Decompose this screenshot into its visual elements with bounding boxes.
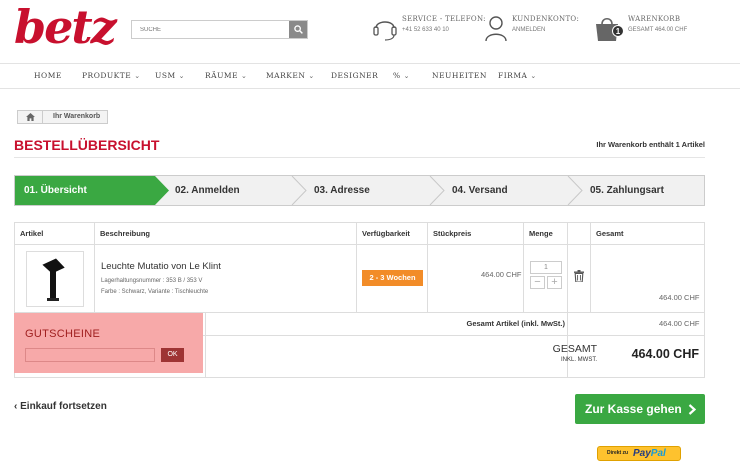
chevron-down-icon: ⌄ bbox=[241, 72, 248, 80]
checkout-steps: 01. Übersicht 02. Anmelden 03. Adresse 0… bbox=[14, 175, 705, 206]
quantity-input[interactable]: 1 bbox=[530, 261, 562, 274]
headset-icon bbox=[373, 21, 397, 41]
chevron-down-icon: ⌄ bbox=[178, 72, 186, 80]
voucher-panel: GUTSCHEINE OK bbox=[14, 313, 203, 373]
cart-block[interactable]: 1 WARENKORB GESAMT 464.00 CHF bbox=[592, 14, 687, 42]
continue-shopping-label: Einkauf fortsetzen bbox=[20, 401, 107, 412]
chevron-down-icon: ⌄ bbox=[308, 72, 315, 80]
subtotal-label: Gesamt Artikel (inkl. MwSt.) bbox=[466, 319, 566, 328]
nav-designer[interactable]: DESIGNER bbox=[331, 64, 378, 88]
col-header-article: Artikel bbox=[20, 229, 44, 238]
nav-produkte[interactable]: PRODUKTE ⌄ bbox=[82, 64, 141, 88]
chevron-down-icon: ⌄ bbox=[530, 72, 537, 80]
account-label: KUNDENKONTO: bbox=[512, 15, 580, 23]
breadcrumb-current: Ihr Warenkorb bbox=[43, 110, 109, 124]
service-label: SERVICE - TELEFON: bbox=[402, 15, 486, 23]
step-address[interactable]: 03. Adresse bbox=[314, 176, 370, 205]
table-header-row: Artikel Beschreibung Verfügbarkeit Stück… bbox=[15, 223, 704, 245]
cart-item-count: Ihr Warenkorb enthält 1 Artikel bbox=[596, 140, 705, 149]
step-overview[interactable]: 01. Übersicht bbox=[24, 176, 87, 205]
product-variant: Farbe : Schwarz, Variante : Tischleuchte bbox=[101, 289, 209, 295]
paypal-logo: PayPal bbox=[633, 448, 666, 459]
nav-home[interactable]: HOME bbox=[34, 64, 62, 88]
divider bbox=[14, 157, 705, 158]
product-image[interactable] bbox=[26, 251, 84, 307]
product-lamp-image bbox=[42, 258, 65, 301]
service-phone: +41 52 633 40 10 bbox=[402, 27, 449, 33]
nav-firma[interactable]: FIRMA ⌄ bbox=[498, 64, 537, 88]
chevron-left-icon: ‹ bbox=[14, 401, 18, 412]
paypal-prefix: Direkt zu bbox=[607, 450, 629, 456]
voucher-ok-button[interactable]: OK bbox=[161, 348, 184, 362]
brand-logo[interactable]: betz bbox=[14, 4, 117, 50]
search-icon bbox=[293, 25, 303, 34]
user-icon bbox=[485, 16, 507, 42]
checkout-label: Zur Kasse gehen bbox=[585, 402, 682, 416]
line-total: 464.00 CHF bbox=[659, 293, 700, 302]
main-nav: HOME PRODUKTE ⌄ USM ⌄ RÄUME ⌄ MARKEN ⌄ DESIG… bbox=[0, 63, 740, 89]
col-header-quantity: Menge bbox=[529, 229, 553, 238]
nav-marken[interactable]: MARKEN ⌄ bbox=[266, 64, 315, 88]
page-title: BESTELLÜBERSICHT bbox=[14, 137, 160, 153]
continue-shopping-link[interactable]: ‹ Einkauf fortsetzen bbox=[14, 401, 107, 412]
step-payment[interactable]: 05. Zahlungsart bbox=[590, 176, 664, 205]
nav-neuheiten[interactable]: NEUHEITEN bbox=[432, 64, 487, 88]
breadcrumb-home[interactable] bbox=[17, 110, 43, 124]
trash-icon bbox=[574, 270, 584, 283]
quantity-stepper: 1 − + bbox=[530, 261, 562, 289]
cart-count-badge: 1 bbox=[616, 27, 621, 36]
voucher-code-input[interactable] bbox=[25, 348, 155, 362]
shopping-bag-icon: 1 bbox=[596, 17, 624, 41]
product-sku: Lagerhaltungsnummer : 353 B / 353 V bbox=[101, 278, 203, 284]
unit-price: 464.00 CHF bbox=[481, 270, 522, 279]
table-row: Leuchte Mutatio von Le Klint Lagerhaltun… bbox=[15, 245, 704, 313]
col-header-description: Beschreibung bbox=[100, 229, 151, 238]
paypal-express-button[interactable]: Direkt zu PayPal bbox=[597, 446, 681, 461]
search-button[interactable] bbox=[289, 21, 307, 38]
step-login[interactable]: 02. Anmelden bbox=[175, 176, 240, 205]
grand-total-label: GESAMT bbox=[552, 343, 597, 355]
chevron-down-icon: ⌄ bbox=[403, 72, 411, 80]
col-header-total: Gesamt bbox=[596, 229, 624, 238]
service-phone-block[interactable]: SERVICE - TELEFON: +41 52 633 40 10 bbox=[372, 14, 486, 42]
subtotal-value: 464.00 CHF bbox=[659, 319, 700, 328]
cart-total: GESAMT 464.00 CHF bbox=[628, 27, 688, 33]
col-header-availability: Verfügbarkeit bbox=[362, 229, 410, 238]
voucher-label: GUTSCHEINE bbox=[25, 328, 101, 340]
availability-badge: 2 - 3 Wochen bbox=[362, 270, 423, 286]
nav-usm[interactable]: USM ⌄ bbox=[155, 64, 185, 88]
grand-total-tax-note: INKL. MWST. bbox=[560, 357, 597, 363]
account-login-link[interactable]: ANMELDEN bbox=[512, 25, 579, 36]
quantity-increase-button[interactable]: + bbox=[547, 276, 562, 289]
step-shipping[interactable]: 04. Versand bbox=[452, 176, 508, 205]
col-header-unit-price: Stückpreis bbox=[433, 229, 472, 238]
quantity-decrease-button[interactable]: − bbox=[530, 276, 545, 289]
chevron-right-icon bbox=[688, 404, 697, 416]
nav-raeume[interactable]: RÄUME ⌄ bbox=[205, 64, 247, 88]
search-box bbox=[131, 20, 308, 39]
home-icon bbox=[25, 113, 35, 121]
nav-sale[interactable]: % ⌄ bbox=[393, 64, 410, 88]
breadcrumb: Ihr Warenkorb bbox=[17, 110, 109, 124]
cart-label: WARENKORB bbox=[628, 15, 681, 23]
col-header-actions bbox=[568, 223, 573, 244]
account-block[interactable]: KUNDENKONTO: ANMELDEN bbox=[484, 14, 579, 42]
checkout-button[interactable]: Zur Kasse gehen bbox=[575, 394, 705, 424]
search-input[interactable] bbox=[132, 21, 289, 38]
chevron-down-icon: ⌄ bbox=[134, 72, 141, 80]
grand-total-value: 464.00 CHF bbox=[631, 347, 699, 361]
remove-item-button[interactable] bbox=[574, 270, 584, 285]
product-name[interactable]: Leuchte Mutatio von Le Klint bbox=[101, 261, 221, 272]
